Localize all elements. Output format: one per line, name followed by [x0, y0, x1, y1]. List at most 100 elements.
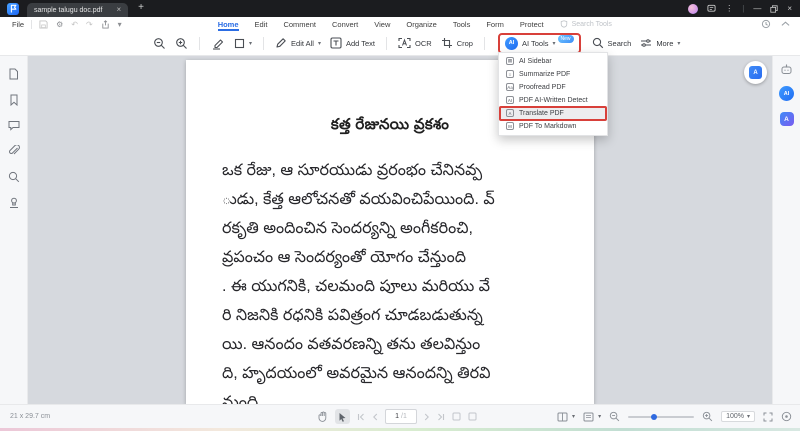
- minimize-icon[interactable]: —: [753, 4, 761, 13]
- summarize-icon: ≡: [505, 70, 514, 78]
- close-window-icon[interactable]: ×: [787, 4, 792, 13]
- close-tab-icon[interactable]: ×: [117, 6, 122, 14]
- select-tool-button[interactable]: [335, 409, 350, 424]
- thumbnails-icon[interactable]: [8, 68, 19, 80]
- fit-screen-icon[interactable]: [763, 412, 773, 422]
- menu-item-pdf-to-markdown[interactable]: M PDF To Markdown: [499, 120, 607, 133]
- zoom-slider-knob[interactable]: [651, 413, 658, 420]
- bookmarks-icon[interactable]: [9, 94, 19, 106]
- document-tab[interactable]: sample talugu doc.pdf ×: [27, 3, 129, 17]
- next-view-icon[interactable]: [468, 412, 477, 421]
- page-layout-chevron-down-icon: ▾: [572, 414, 576, 420]
- ai-sidebar-icon: ▤: [505, 57, 514, 65]
- collapse-toolbar-icon[interactable]: [781, 21, 790, 27]
- menu-item-summarize-pdf[interactable]: ≡ Summarize PDF: [499, 68, 607, 81]
- zoom-out-status-icon[interactable]: [609, 411, 620, 422]
- document-line: ుడు, కేత్త ఆలోచనతో వయవించిపేయింది. వ్: [222, 191, 495, 208]
- redo-icon[interactable]: ↷: [86, 20, 93, 29]
- last-page-icon[interactable]: [437, 413, 445, 421]
- share-icon[interactable]: [101, 19, 110, 29]
- search-panel-icon[interactable]: [8, 171, 20, 183]
- ai-tools-dropdown: ▤ AI Sidebar ≡ Summarize PDF Aa Proofrea…: [497, 51, 608, 136]
- ai-assistant-robot-icon[interactable]: [780, 64, 793, 75]
- attachments-icon[interactable]: [8, 145, 20, 157]
- menubar: File ⚙ ↶ ↷ ▾ Home Edit Comment Convert V…: [0, 17, 800, 31]
- history-icon[interactable]: [761, 19, 771, 29]
- quick-translate-float-button[interactable]: A: [744, 61, 767, 84]
- search-tools-icon: [560, 20, 568, 28]
- highlighter-icon[interactable]: [211, 37, 225, 50]
- edit-all-label: Edit All: [291, 38, 314, 48]
- new-tab-button[interactable]: +: [138, 2, 144, 13]
- user-avatar[interactable]: [688, 3, 699, 14]
- previous-page-icon[interactable]: [372, 413, 378, 421]
- toolbar-divider: [386, 36, 388, 50]
- first-page-icon[interactable]: [357, 413, 365, 421]
- shape-chevron-down-icon: ▾: [249, 40, 253, 47]
- comments-icon[interactable]: [8, 120, 20, 131]
- restore-icon[interactable]: [770, 4, 778, 13]
- tab-protect[interactable]: Protect: [520, 17, 544, 31]
- tab-home[interactable]: Home: [218, 17, 239, 31]
- hand-tool-icon[interactable]: [318, 411, 328, 422]
- tab-comment[interactable]: Comment: [283, 17, 316, 31]
- ai-tools-chevron-down-icon: ▾: [552, 40, 556, 47]
- tab-edit[interactable]: Edit: [255, 17, 268, 31]
- settings-gear-icon[interactable]: ⚙: [56, 20, 63, 29]
- menu-item-proofread-pdf[interactable]: Aa Proofread PDF: [499, 81, 607, 94]
- next-page-icon[interactable]: [424, 413, 430, 421]
- titlebar-divider: |: [742, 4, 745, 13]
- zoom-in-icon[interactable]: [175, 37, 188, 50]
- search-tools-label: Search Tools: [571, 20, 612, 28]
- crop-button[interactable]: Crop: [441, 37, 473, 49]
- page-layout-button[interactable]: ▾: [557, 412, 575, 422]
- zoom-in-status-icon[interactable]: [702, 411, 713, 422]
- menu-item-ai-written-detect[interactable]: AI PDF AI-Written Detect: [499, 94, 607, 107]
- reading-mode-chevron-down-icon: ▾: [598, 414, 602, 420]
- content-area: కత్త రేజునయి వ్రకశం ఒక రేజు, ఆ సూరయుడు వ…: [0, 56, 800, 405]
- stamp-icon[interactable]: [8, 197, 20, 209]
- page-number-input[interactable]: 1 /1: [385, 409, 417, 424]
- snapshot-icon[interactable]: [781, 411, 792, 422]
- markdown-icon: M: [505, 122, 514, 130]
- shape-tool[interactable]: ▾: [234, 38, 252, 49]
- more-button[interactable]: More ▾: [640, 38, 680, 48]
- ai-sidebar-launcher-icon[interactable]: AI: [779, 86, 794, 101]
- file-menu[interactable]: File: [12, 20, 24, 29]
- ai-tools-button[interactable]: AI AI Tools ▾ New ▤ AI Sidebar ≡ Summari…: [497, 32, 608, 136]
- pdf-editor-window: sample talugu doc.pdf × + ⋮ | — × File ⚙: [0, 0, 800, 431]
- add-text-button[interactable]: Add Text: [330, 37, 375, 49]
- document-line: ది, హృదయంలో అవరమైన ఆనందన్ని తిరవి: [222, 365, 491, 382]
- edit-all-chevron-down-icon: ▾: [317, 40, 321, 47]
- undo-icon[interactable]: ↶: [71, 20, 78, 29]
- search-label: Search: [607, 38, 632, 48]
- translate-sidebar-icon[interactable]: A: [779, 112, 794, 126]
- ai-tools-label: AI Tools: [521, 38, 549, 48]
- tab-convert[interactable]: Convert: [332, 17, 358, 31]
- zoom-out-icon[interactable]: [153, 37, 166, 50]
- edit-all-button[interactable]: Edit All ▾: [275, 37, 321, 49]
- ocr-button[interactable]: OCR: [398, 37, 432, 49]
- feedback-icon[interactable]: [707, 4, 716, 13]
- reading-mode-button[interactable]: ▾: [583, 412, 601, 422]
- menu-item-ai-sidebar[interactable]: ▤ AI Sidebar: [499, 55, 607, 68]
- tab-view[interactable]: View: [374, 17, 390, 31]
- tab-title: sample talugu doc.pdf: [34, 6, 103, 14]
- save-icon[interactable]: [39, 19, 48, 29]
- previous-view-icon[interactable]: [452, 412, 461, 421]
- zoom-slider[interactable]: [628, 413, 695, 420]
- quickbar-chevron-down-icon[interactable]: ▾: [118, 20, 122, 29]
- proofread-icon: Aa: [505, 83, 514, 91]
- more-menu-icon[interactable]: ⋮: [725, 4, 733, 13]
- tab-organize[interactable]: Organize: [406, 17, 436, 31]
- search-tools[interactable]: Search Tools: [560, 20, 612, 28]
- new-badge: New: [557, 34, 574, 43]
- toolbar-divider: [483, 36, 485, 50]
- zoom-level-select[interactable]: 100% ▾: [721, 411, 755, 422]
- tab-form[interactable]: Form: [486, 17, 504, 31]
- menu-item-translate-pdf[interactable]: A Translate PDF: [498, 105, 607, 121]
- tab-tools[interactable]: Tools: [453, 17, 471, 31]
- document-line: రకృతి అందించిన సెందర్యన్ని అంగీకరించి,: [222, 220, 473, 237]
- titlebar: sample talugu doc.pdf × + ⋮ | — ×: [0, 0, 800, 17]
- search-button[interactable]: Search: [592, 37, 632, 49]
